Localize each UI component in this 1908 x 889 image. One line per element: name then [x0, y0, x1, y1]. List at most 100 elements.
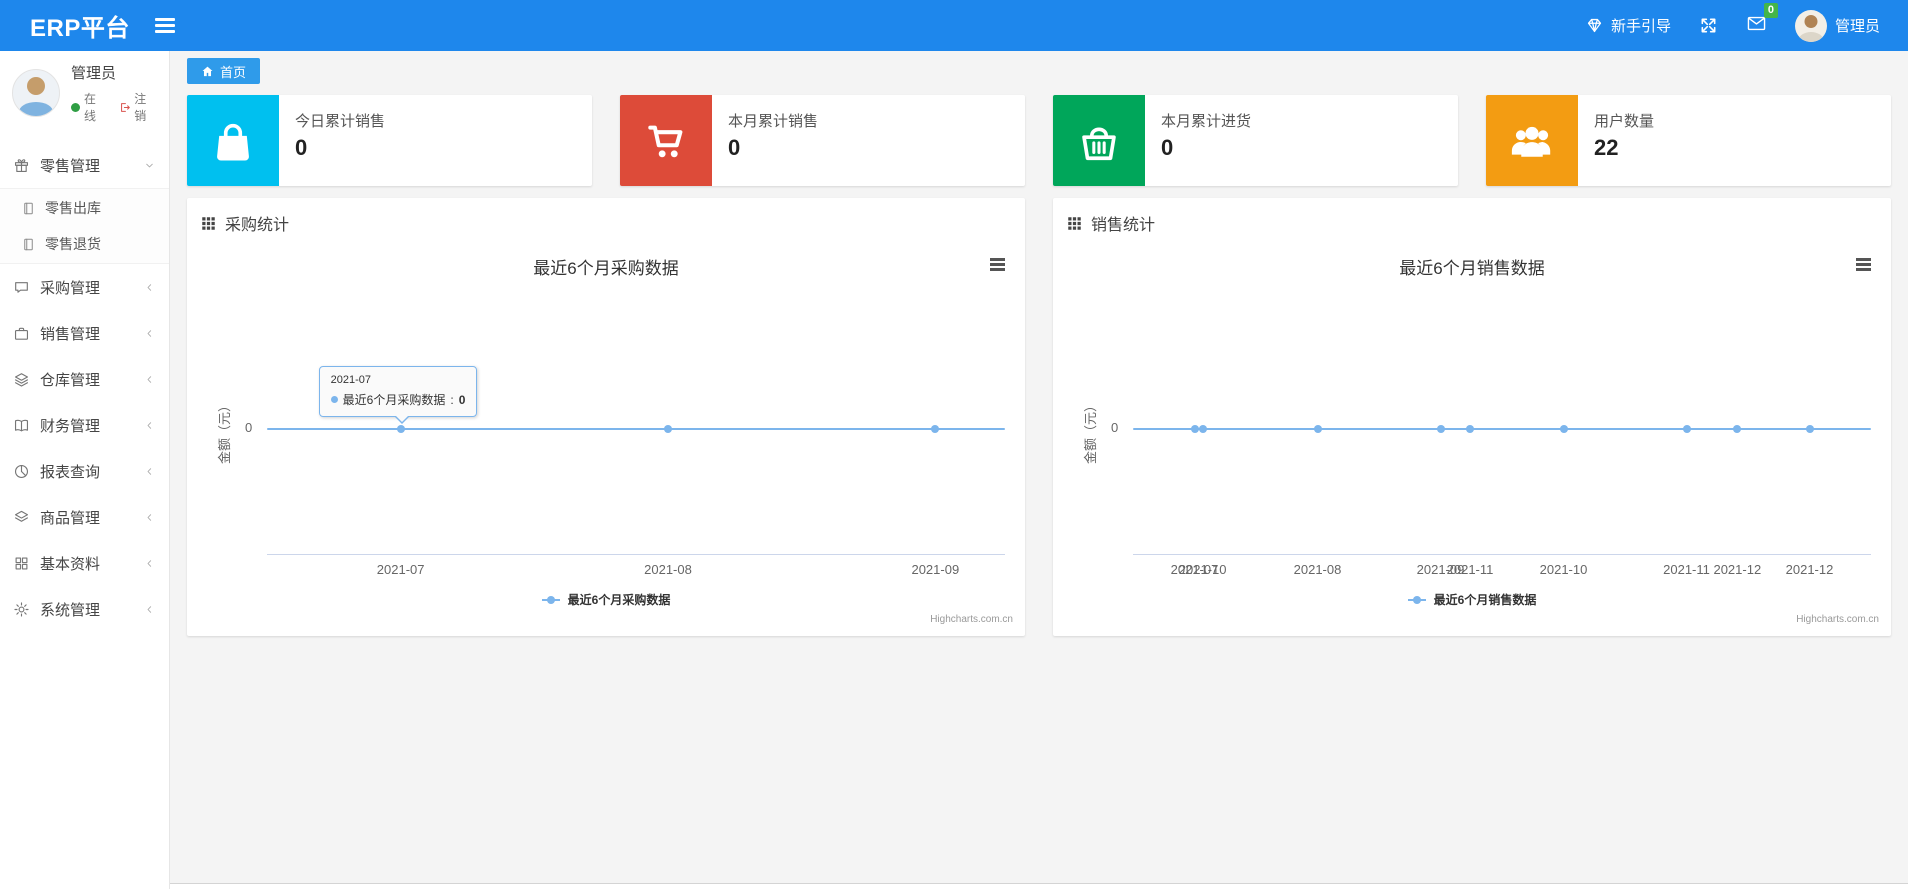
brand-logo[interactable]: ERP平台	[0, 8, 150, 43]
online-status-label: 在线	[84, 92, 97, 123]
data-point-marker	[1436, 425, 1445, 433]
message-count-badge: 0	[1763, 3, 1778, 18]
stat-card-value: 0	[295, 135, 308, 160]
series-line	[267, 428, 1005, 430]
legend-marker	[541, 598, 560, 601]
stat-card-icon-box	[187, 95, 279, 186]
sidebar-menu: 零售管理零售出库零售退货采购管理销售管理仓库管理财务管理报表查询 商品管理基本资料…	[0, 142, 169, 632]
sidebar-item-label: 财务管理	[40, 417, 101, 435]
panel-title: 销售统计	[1091, 217, 1156, 234]
chart-context-menu-button[interactable]	[1854, 256, 1873, 275]
data-point-marker	[1313, 425, 1322, 433]
legend-item[interactable]: 最近6个月采购数据	[199, 591, 1013, 608]
home-icon	[202, 66, 213, 76]
chevron-left-icon	[147, 513, 152, 521]
sidebar-item-label: 零售出库	[45, 200, 101, 216]
y-axis-tick: 0	[1111, 420, 1119, 435]
sidebar-item-sales[interactable]: 销售管理	[0, 310, 169, 356]
sidebar-item-label: 销售管理	[40, 325, 101, 343]
sidebar-item-label: 基本资料	[40, 555, 101, 573]
legend-label: 最近6个月销售数据	[1433, 593, 1537, 607]
y-axis-title: 金额（元）	[1082, 398, 1098, 465]
file-icon	[24, 202, 33, 214]
sidebar-item-retail[interactable]: 零售管理	[0, 142, 169, 188]
tab-home[interactable]: 首页	[187, 58, 261, 84]
stat-card-title: 用户数量	[1594, 113, 1655, 130]
sidebar-toggle-button[interactable]	[150, 13, 180, 38]
chevron-left-icon	[147, 329, 152, 337]
chart-title: 最近6个月销售数据	[1399, 259, 1545, 278]
x-axis-label: 2021-07	[1170, 562, 1219, 577]
stat-cards-row: 今日累计销售 0 本月累计销售 0 本月累计进货 0 用户数量 22	[170, 84, 1908, 186]
guide-label: 新手引导	[1610, 18, 1671, 35]
stat-card-month-purchase: 本月累计进货 0	[1053, 95, 1458, 186]
sidebar-item-finance[interactable]: 财务管理	[0, 402, 169, 448]
y-axis-title: 金额（元）	[216, 398, 232, 465]
x-axis-label: 2021-08	[1293, 562, 1342, 577]
chart-purchase-stats: 最近6个月采购数据 金额（元） 0 最近6个月采购数据 Highcharts.com.c…	[199, 239, 1761, 631]
user-menu[interactable]: 管理员	[1794, 9, 1880, 42]
sidebar-item-report[interactable]: 报表查询	[0, 448, 169, 494]
tooltip-value: 0	[458, 392, 466, 407]
chart-title: 最近6个月采购数据	[533, 259, 679, 278]
sidebar-item-purchase[interactable]: 采购管理	[0, 264, 169, 310]
panel-purchase-stats: 采购统计 最近6个月采购数据 金额（元） 0 最近6个月采购数据 Highcharts.c…	[187, 198, 1761, 636]
stat-card-value: 0	[1161, 135, 1174, 160]
sidebar-item-label: 系统管理	[40, 601, 101, 619]
tooltip-date: 2021-07	[330, 374, 372, 386]
cube-icon	[14, 510, 29, 522]
stat-card-user-count: 用户数量 22	[1486, 95, 1891, 186]
stat-card-icon-box	[620, 95, 712, 186]
logout-label: 注销	[134, 92, 147, 123]
sidebar-item-retail-outbound[interactable]: 零售出库	[0, 190, 169, 226]
fullscreen-button[interactable]	[1699, 16, 1718, 35]
stat-card-icon-box	[1486, 95, 1578, 186]
chart-credit-link[interactable]: Highcharts.com.cn	[1796, 614, 1879, 625]
cart-icon	[648, 125, 683, 157]
chart-context-menu-button[interactable]	[988, 256, 1007, 275]
x-axis-label: 2021-12	[1785, 562, 1834, 577]
sidebar-item-label: 零售管理	[40, 157, 101, 175]
chevron-left-icon	[147, 605, 152, 613]
briefcase-icon	[14, 327, 29, 340]
stat-card-title: 本月累计进货	[1161, 113, 1252, 130]
book-icon	[14, 419, 29, 431]
sidebar-item-label: 零售退货	[45, 236, 101, 252]
panel-header: 采购统计	[187, 198, 1025, 239]
logout-button[interactable]: 注销	[119, 90, 157, 124]
tooltip-series-dot	[330, 396, 338, 403]
sidebar-item-retail-return[interactable]: 零售退货	[0, 226, 169, 262]
footer-divider	[170, 883, 1908, 889]
x-axis-label: 2021-07	[376, 562, 425, 577]
x-axis-label: 2021-09	[1416, 562, 1465, 577]
sidebar: 管理员 在线 注销 零售管理零售出库零售退货采购管理销售管理仓库管理财务管理报表…	[0, 51, 170, 889]
sidebar-item-warehouse[interactable]: 仓库管理	[0, 356, 169, 402]
chevron-left-icon	[147, 375, 152, 383]
legend-item[interactable]: 最近6个月销售数据	[1065, 591, 1879, 608]
chevron-left-icon	[147, 283, 152, 291]
panel-title: 采购统计	[225, 217, 290, 234]
file-icon	[24, 238, 33, 250]
guide-button[interactable]: 新手引导	[1585, 15, 1671, 36]
pie-chart-icon	[14, 464, 29, 478]
username-label: 管理员	[1834, 18, 1880, 35]
y-axis-tick: 0	[245, 420, 253, 435]
data-point-marker	[1190, 425, 1199, 433]
sidebar-user-block: 管理员 在线 注销	[0, 51, 169, 134]
tooltip-series-name: 最近6个月采购数据	[342, 393, 446, 407]
sidebar-item-system[interactable]: 系统管理	[0, 586, 169, 632]
chart-credit-link[interactable]: Highcharts.com.cn	[930, 614, 1013, 625]
sidebar-item-basic[interactable]: 基本资料	[0, 540, 169, 586]
data-point-marker	[1805, 425, 1814, 433]
avatar	[1794, 9, 1827, 42]
sign-out-icon	[120, 102, 130, 112]
gem-icon	[1587, 18, 1602, 33]
th-grid-icon	[1068, 216, 1081, 230]
sidebar-item-goods[interactable]: 商品管理	[0, 494, 169, 540]
panel-sales-stats: 销售统计 最近6个月销售数据 金额（元） 0 最近6个月销售数据 Highcharts.c…	[1053, 198, 1891, 636]
stat-card-value: 22	[1594, 135, 1619, 160]
x-axis-label: 2021-09	[911, 562, 960, 577]
sidebar-submenu-retail: 零售出库 零售退货	[0, 188, 169, 264]
messages-button[interactable]: 0	[1746, 3, 1778, 38]
x-axis-line	[267, 554, 1005, 555]
